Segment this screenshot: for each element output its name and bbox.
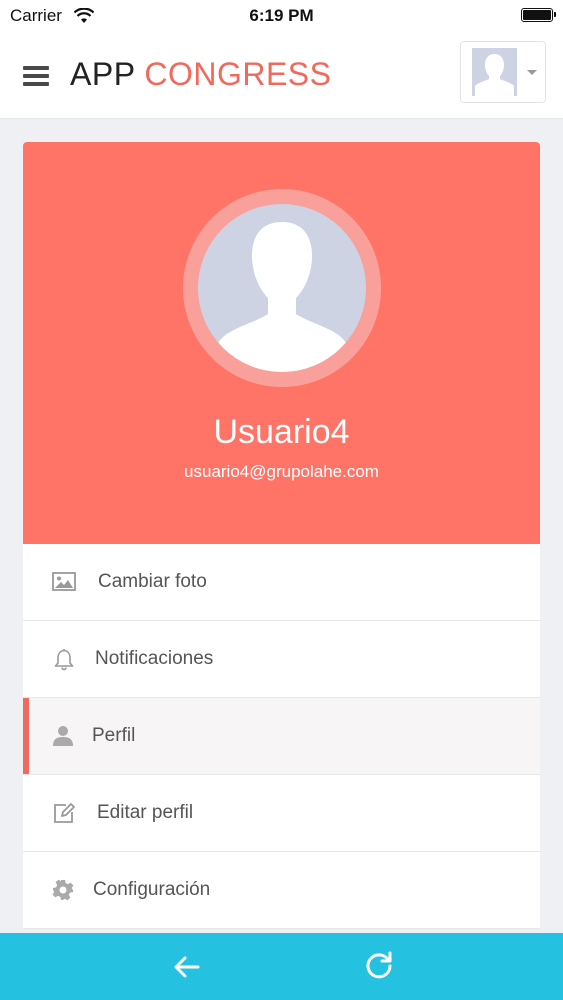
- menu-item-label: Perfil: [92, 725, 136, 746]
- menu-item-editar-perfil[interactable]: Editar perfil: [23, 775, 540, 852]
- refresh-icon[interactable]: [363, 950, 395, 982]
- menu-item-label: Notificaciones: [95, 648, 214, 669]
- battery-icon: [521, 8, 556, 22]
- hamburger-menu-icon[interactable]: [23, 66, 49, 86]
- app-header: APP CONGRESS: [0, 32, 563, 119]
- gear-icon: [52, 879, 74, 901]
- profile-menu: Cambiar foto Notificaciones Perfil Edita…: [23, 544, 540, 929]
- profile-photo: [198, 204, 366, 372]
- bottom-toolbar: [0, 933, 563, 1000]
- menu-item-label: Configuración: [93, 879, 211, 900]
- menu-item-label: Cambiar foto: [98, 571, 207, 592]
- menu-item-cambiar-foto[interactable]: Cambiar foto: [23, 544, 540, 621]
- app-title-part1: APP: [70, 56, 135, 92]
- menu-item-perfil[interactable]: Perfil: [23, 698, 540, 775]
- menu-item-label: Editar perfil: [97, 802, 194, 823]
- user-silhouette-icon: [475, 54, 514, 96]
- app-title-part2: CONGRESS: [144, 56, 332, 92]
- user-silhouette-icon: [210, 222, 354, 372]
- bell-icon: [54, 648, 74, 671]
- clock: 6:19 PM: [249, 6, 314, 25]
- edit-icon: [54, 803, 75, 823]
- chevron-down-icon: [527, 70, 537, 75]
- profile-photo-ring: [183, 189, 381, 387]
- arrow-left-icon[interactable]: [172, 952, 202, 982]
- image-icon: [52, 572, 76, 591]
- app-title: APP CONGRESS: [70, 56, 331, 93]
- profile-username: Usuario4: [213, 413, 350, 451]
- menu-item-configuracion[interactable]: Configuración: [23, 852, 540, 929]
- profile-email: usuario4@grupolahe.com: [184, 462, 379, 481]
- menu-item-notificaciones[interactable]: Notificaciones: [23, 621, 540, 698]
- profile-card: Usuario4 usuario4@grupolahe.com: [23, 142, 540, 544]
- avatar: [472, 48, 517, 96]
- user-icon: [53, 726, 73, 746]
- user-avatar-dropdown[interactable]: [460, 41, 546, 103]
- status-bar: Carrier 6:19 PM: [0, 0, 563, 32]
